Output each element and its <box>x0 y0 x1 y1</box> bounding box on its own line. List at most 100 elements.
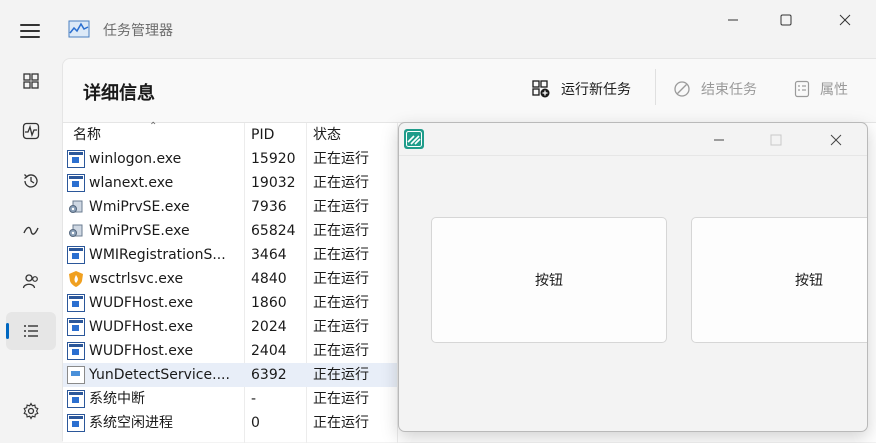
app-window-icon <box>67 246 85 264</box>
sidebar-item-app-history[interactable] <box>6 162 56 200</box>
sidebar-item-startup[interactable] <box>6 212 56 250</box>
process-pid: 65824 <box>251 223 296 239</box>
process-status: 正在运行 <box>313 199 369 215</box>
popup-maximize-button[interactable] <box>756 127 796 153</box>
process-name: wsctrlsvc.exe <box>89 271 184 287</box>
app-window-icon <box>67 318 85 336</box>
popup-button-2[interactable]: 按钮 <box>691 217 867 343</box>
toolbar-divider <box>655 69 656 105</box>
table-row[interactable]: WUDFHost.exe 2024 正在运行 <box>63 315 397 339</box>
app-window-icon <box>67 414 85 432</box>
end-task-label: 结束任务 <box>701 82 757 98</box>
process-name: winlogon.exe <box>89 151 182 167</box>
process-name: WUDFHost.exe <box>89 343 194 359</box>
details-list-icon <box>24 325 38 337</box>
table-row[interactable]: wsctrlsvc.exe 4840 正在运行 <box>63 267 397 291</box>
title-bar: 任务管理器 <box>0 0 876 60</box>
history-icon <box>24 174 38 188</box>
popup-button-1[interactable]: 按钮 <box>431 217 667 343</box>
process-name: wlanext.exe <box>89 175 174 191</box>
app-window-icon <box>67 294 85 312</box>
minimize-button[interactable] <box>710 6 756 34</box>
process-status: 正在运行 <box>313 151 369 167</box>
table-row[interactable]: 系统中断 - 正在运行 <box>63 387 397 411</box>
process-status: 正在运行 <box>313 415 369 431</box>
process-name: WmiPrvSE.exe <box>89 223 190 239</box>
column-header-name[interactable]: 名称 <box>73 123 101 147</box>
close-button[interactable] <box>822 6 868 34</box>
process-pid: 15920 <box>251 151 296 167</box>
properties-button[interactable]: 属性 <box>794 77 848 101</box>
process-status: 正在运行 <box>313 247 369 263</box>
table-row[interactable]: winlogon.exe 15920 正在运行 <box>63 147 397 171</box>
sidebar <box>0 60 62 441</box>
table-row[interactable]: wlanext.exe 19032 正在运行 <box>63 171 397 195</box>
app-window-icon <box>67 342 85 360</box>
process-pid: 2024 <box>251 319 287 335</box>
minimize-icon <box>728 19 738 21</box>
table-row[interactable]: YunDetectService.... 6392 正在运行 <box>63 363 397 387</box>
end-task-button[interactable]: 结束任务 <box>673 77 757 101</box>
app-title: 任务管理器 <box>103 23 173 39</box>
wmi-service-icon <box>69 224 83 237</box>
process-status: 正在运行 <box>313 367 369 383</box>
process-name: 系统中断 <box>89 391 145 407</box>
process-pid: - <box>251 391 257 407</box>
process-name: WUDFHost.exe <box>89 319 194 335</box>
users-icon <box>22 274 38 289</box>
task-manager-app-icon <box>68 20 90 38</box>
process-pid: 4840 <box>251 271 287 287</box>
process-name: YunDetectService.... <box>89 367 230 383</box>
table-row[interactable]: 系统空闲进程 0 正在运行 <box>63 411 397 435</box>
app-window-icon <box>67 150 85 168</box>
page-title: 详细信息 <box>83 83 155 104</box>
process-pid: 19032 <box>251 175 296 191</box>
column-header-pid[interactable]: PID <box>251 123 274 147</box>
table-row[interactable]: WUDFHost.exe 2404 正在运行 <box>63 339 397 363</box>
process-status: 正在运行 <box>313 391 369 407</box>
close-icon <box>830 134 842 146</box>
run-new-task-icon <box>532 80 550 98</box>
hamburger-menu-icon[interactable] <box>20 22 42 40</box>
app-window-icon <box>67 390 85 408</box>
app-window-icon <box>67 174 85 192</box>
sidebar-item-details[interactable] <box>6 312 56 350</box>
process-status: 正在运行 <box>313 175 369 191</box>
performance-icon <box>22 122 40 140</box>
process-pid: 0 <box>251 415 260 431</box>
column-header-status[interactable]: 状态 <box>313 123 341 147</box>
popup-close-button[interactable] <box>816 127 856 153</box>
gear-icon <box>23 402 39 420</box>
sidebar-item-performance[interactable] <box>6 112 56 150</box>
popup-app-icon <box>404 129 424 149</box>
maximize-button[interactable] <box>763 6 809 34</box>
processes-icon <box>23 73 39 89</box>
run-new-task-button[interactable]: 运行新任务 <box>531 77 631 101</box>
wmi-service-icon <box>69 200 83 213</box>
sidebar-item-settings[interactable] <box>6 392 56 430</box>
table-row[interactable]: WmiPrvSE.exe 7936 正在运行 <box>63 195 397 219</box>
table-row[interactable]: WmiPrvSE.exe 65824 正在运行 <box>63 219 397 243</box>
document-icon <box>67 366 85 384</box>
process-pid: 2404 <box>251 343 287 359</box>
popup-minimize-button[interactable] <box>699 127 739 153</box>
startup-icon <box>23 226 39 235</box>
minimize-icon <box>714 139 724 141</box>
end-task-icon <box>674 81 690 97</box>
process-status: 正在运行 <box>313 343 369 359</box>
process-pid: 6392 <box>251 367 287 383</box>
close-icon <box>839 14 851 26</box>
process-status: 正在运行 <box>313 271 369 287</box>
table-row[interactable]: WMIRegistrationS... 3464 正在运行 <box>63 243 397 267</box>
maximize-icon <box>780 14 792 26</box>
properties-icon <box>794 80 810 98</box>
maximize-icon <box>770 134 782 146</box>
sidebar-item-processes[interactable] <box>6 62 56 100</box>
table-row[interactable]: WUDFHost.exe 1860 正在运行 <box>63 291 397 315</box>
process-pid: 1860 <box>251 295 287 311</box>
process-pid: 3464 <box>251 247 287 263</box>
properties-label: 属性 <box>820 82 848 98</box>
sidebar-item-users[interactable] <box>6 262 56 300</box>
sort-ascending-icon: ⌃ <box>149 121 158 132</box>
process-status: 正在运行 <box>313 295 369 311</box>
